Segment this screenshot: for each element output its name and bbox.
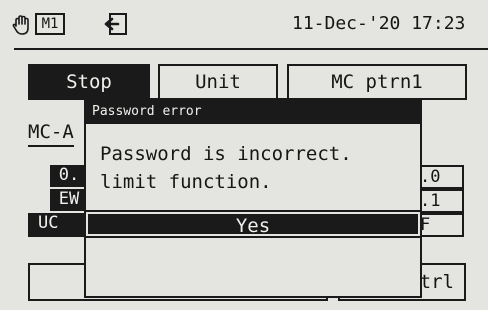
mc-pattern-button[interactable]: MC ptrn1 — [287, 64, 467, 100]
password-error-dialog: Password error Password is incorrect. li… — [84, 98, 422, 298]
yes-button[interactable]: Yes — [86, 212, 420, 237]
dialog-message: Password is incorrect. limit function. — [100, 143, 352, 193]
grid-cell-left[interactable]: EW — [50, 189, 88, 211]
grid-cell-left[interactable]: 0. — [50, 165, 88, 187]
operation-mode-badge: M1 — [35, 13, 65, 35]
status-bar-divider — [14, 48, 488, 50]
hand-icon — [12, 15, 29, 35]
door-exit-icon[interactable] — [104, 11, 130, 37]
dialog-empty-area — [86, 240, 420, 296]
unit-button[interactable]: Unit — [158, 64, 278, 100]
hmi-screen: M1 11-Dec-'20 17:23 Stop Unit MC ptrn1 M… — [0, 0, 488, 310]
grid-cell-left[interactable]: UC — [28, 213, 88, 237]
date-time-display: 11-Dec-'20 17:23 — [292, 13, 466, 34]
stop-button[interactable]: Stop — [28, 64, 150, 100]
status-bar: M1 11-Dec-'20 17:23 — [0, 0, 488, 50]
section-label: MC-A — [28, 121, 74, 147]
dialog-title: Password error — [86, 100, 420, 124]
